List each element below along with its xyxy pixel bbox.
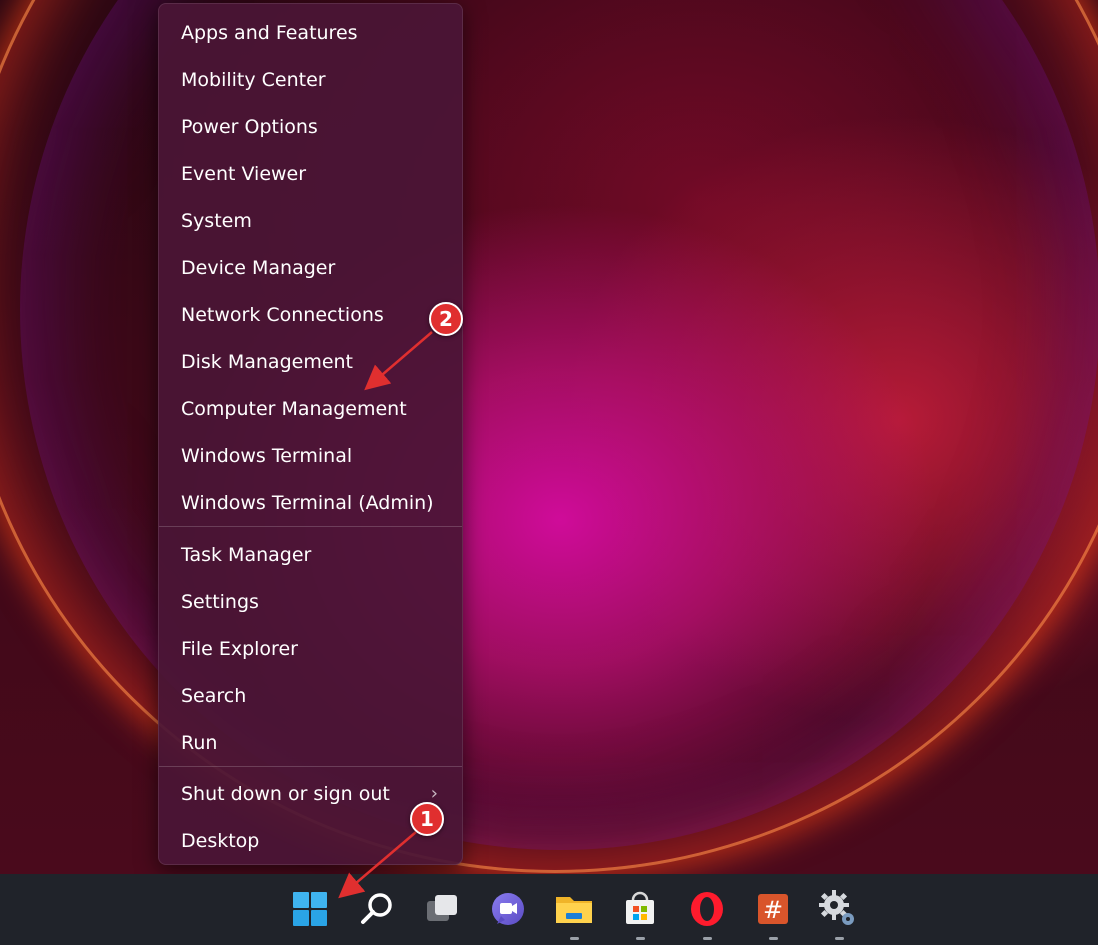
menu-separator <box>159 526 462 527</box>
menu-item-label: Shut down or sign out <box>181 782 390 805</box>
taskbar: # <box>0 874 1098 945</box>
opera-icon[interactable] <box>685 887 729 931</box>
menu-item-run[interactable]: Run <box>159 719 462 766</box>
menu-item-task-manager[interactable]: Task Manager <box>159 531 462 578</box>
menu-item-file-explorer[interactable]: File Explorer <box>159 625 462 672</box>
task-view-icon[interactable] <box>420 887 464 931</box>
menu-item-mobility-center[interactable]: Mobility Center <box>159 56 462 103</box>
menu-item-disk-management[interactable]: Disk Management <box>159 338 462 385</box>
microsoft-store-icon[interactable] <box>618 887 662 931</box>
hash-app-icon[interactable]: # <box>751 887 795 931</box>
running-indicator <box>769 937 778 940</box>
menu-item-computer-management[interactable]: Computer Management <box>159 385 462 432</box>
menu-item-windows-terminal-admin[interactable]: Windows Terminal (Admin) <box>159 479 462 526</box>
annotation-badge-2: 2 <box>429 302 463 336</box>
start-icon[interactable] <box>288 887 332 931</box>
menu-item-settings[interactable]: Settings <box>159 578 462 625</box>
annotation-badge-1: 1 <box>410 802 444 836</box>
menu-item-windows-terminal[interactable]: Windows Terminal <box>159 432 462 479</box>
chat-icon[interactable] <box>486 887 530 931</box>
menu-item-power-options[interactable]: Power Options <box>159 103 462 150</box>
running-indicator <box>636 937 645 940</box>
settings-gear-icon[interactable] <box>816 887 860 931</box>
chevron-right-icon: › <box>430 783 438 804</box>
file-explorer-icon[interactable] <box>552 887 596 931</box>
menu-item-event-viewer[interactable]: Event Viewer <box>159 150 462 197</box>
menu-item-system[interactable]: System <box>159 197 462 244</box>
running-indicator <box>570 937 579 940</box>
menu-item-device-manager[interactable]: Device Manager <box>159 244 462 291</box>
running-indicator <box>835 937 844 940</box>
quick-link-context-menu: Apps and Features Mobility Center Power … <box>158 3 463 865</box>
menu-item-network-connections[interactable]: Network Connections <box>159 291 462 338</box>
menu-separator <box>159 766 462 767</box>
search-icon[interactable] <box>355 887 399 931</box>
menu-item-search[interactable]: Search <box>159 672 462 719</box>
running-indicator <box>703 937 712 940</box>
menu-item-apps-and-features[interactable]: Apps and Features <box>159 9 462 56</box>
svg-text:#: # <box>763 896 783 924</box>
